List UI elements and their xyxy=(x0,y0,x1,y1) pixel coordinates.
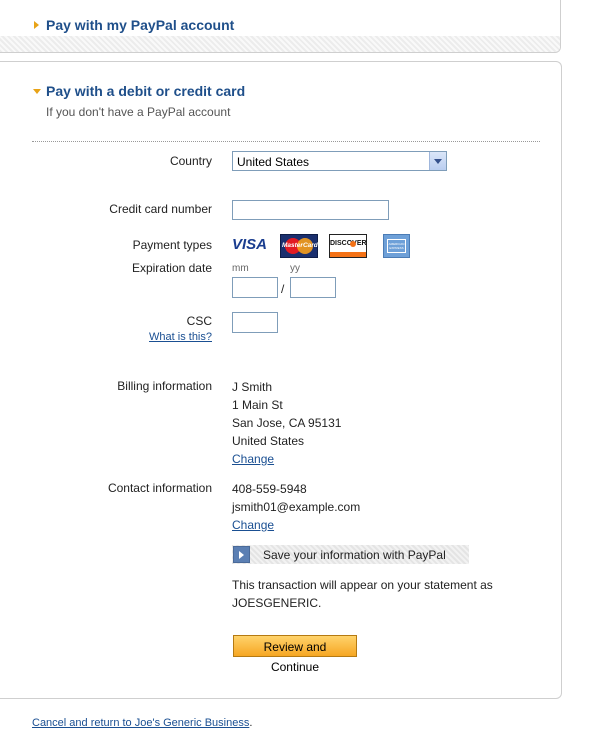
panel-hatch-decoration xyxy=(0,36,560,52)
review-and-continue-button[interactable]: Review and Continue xyxy=(233,635,357,674)
save-info-toggle[interactable]: Save your information with PayPal xyxy=(232,545,469,564)
country-selected-value: United States xyxy=(237,155,310,169)
section-divider xyxy=(32,141,540,142)
billing-city: San Jose, CA 95131 xyxy=(232,416,342,430)
country-label: Country xyxy=(169,154,212,168)
exp-month-input[interactable] xyxy=(232,277,278,298)
exp-year-input[interactable] xyxy=(290,277,336,298)
payment-types-label: Payment types xyxy=(132,238,212,252)
billing-street: 1 Main St xyxy=(232,398,283,412)
contact-email: jsmith01@example.com xyxy=(232,500,361,514)
billing-name: J Smith xyxy=(232,380,273,394)
contact-label: Contact information xyxy=(107,481,212,495)
billing-country: United States xyxy=(232,434,305,448)
expiration-label: Expiration date xyxy=(131,261,212,275)
billing-label: Billing information xyxy=(117,379,212,393)
amex-logo: AMERICAN EXPRESS xyxy=(383,234,410,258)
mastercard-logo: MasterCard xyxy=(280,234,318,258)
contact-change-link[interactable]: Change xyxy=(232,518,274,532)
card-section-title[interactable]: Pay with a debit or credit card xyxy=(46,83,245,99)
collapse-arrow-icon xyxy=(33,89,41,94)
amex-logo-text: AMERICAN EXPRESS xyxy=(388,242,405,250)
visa-logo: VISA xyxy=(232,234,268,258)
country-select[interactable]: United States xyxy=(232,151,447,171)
chevron-down-icon[interactable] xyxy=(429,152,446,170)
cancel-link-suffix: . xyxy=(249,717,253,729)
exp-separator: / xyxy=(281,282,285,296)
exp-year-hint: yy xyxy=(290,263,300,274)
paypal-section-title[interactable]: Pay with my PayPal account xyxy=(46,17,234,33)
expand-arrow-icon xyxy=(34,21,39,29)
card-number-label: Credit card number xyxy=(109,202,212,216)
visa-logo-text: VISA xyxy=(232,236,268,253)
discover-logo: DISCOVER xyxy=(329,234,367,258)
footer: Cancel and return to Joe's Generic Busin… xyxy=(32,717,252,729)
csc-input[interactable] xyxy=(232,312,278,333)
cancel-return-link[interactable]: Cancel and return to Joe's Generic Busin… xyxy=(32,717,249,729)
statement-note-line2: JOESGENERIC. xyxy=(232,596,322,610)
mastercard-logo-text: MasterCard xyxy=(282,242,318,249)
card-section-subtitle: If you don't have a PayPal account xyxy=(46,105,231,119)
statement-note-line1: This transaction will appear on your sta… xyxy=(232,578,493,592)
save-info-label: Save your information with PayPal xyxy=(263,548,446,562)
contact-phone: 408-559-5948 xyxy=(232,482,307,496)
csc-help-link[interactable]: What is this? xyxy=(100,331,212,343)
card-number-input[interactable] xyxy=(232,200,389,220)
billing-change-link[interactable]: Change xyxy=(232,452,274,466)
expand-arrow-icon xyxy=(233,546,250,563)
csc-label: CSC xyxy=(186,314,212,328)
exp-month-hint: mm xyxy=(232,263,249,274)
paypal-account-panel[interactable]: Pay with my PayPal account xyxy=(0,0,561,53)
discover-logo-text: DISCOVER xyxy=(330,240,367,247)
